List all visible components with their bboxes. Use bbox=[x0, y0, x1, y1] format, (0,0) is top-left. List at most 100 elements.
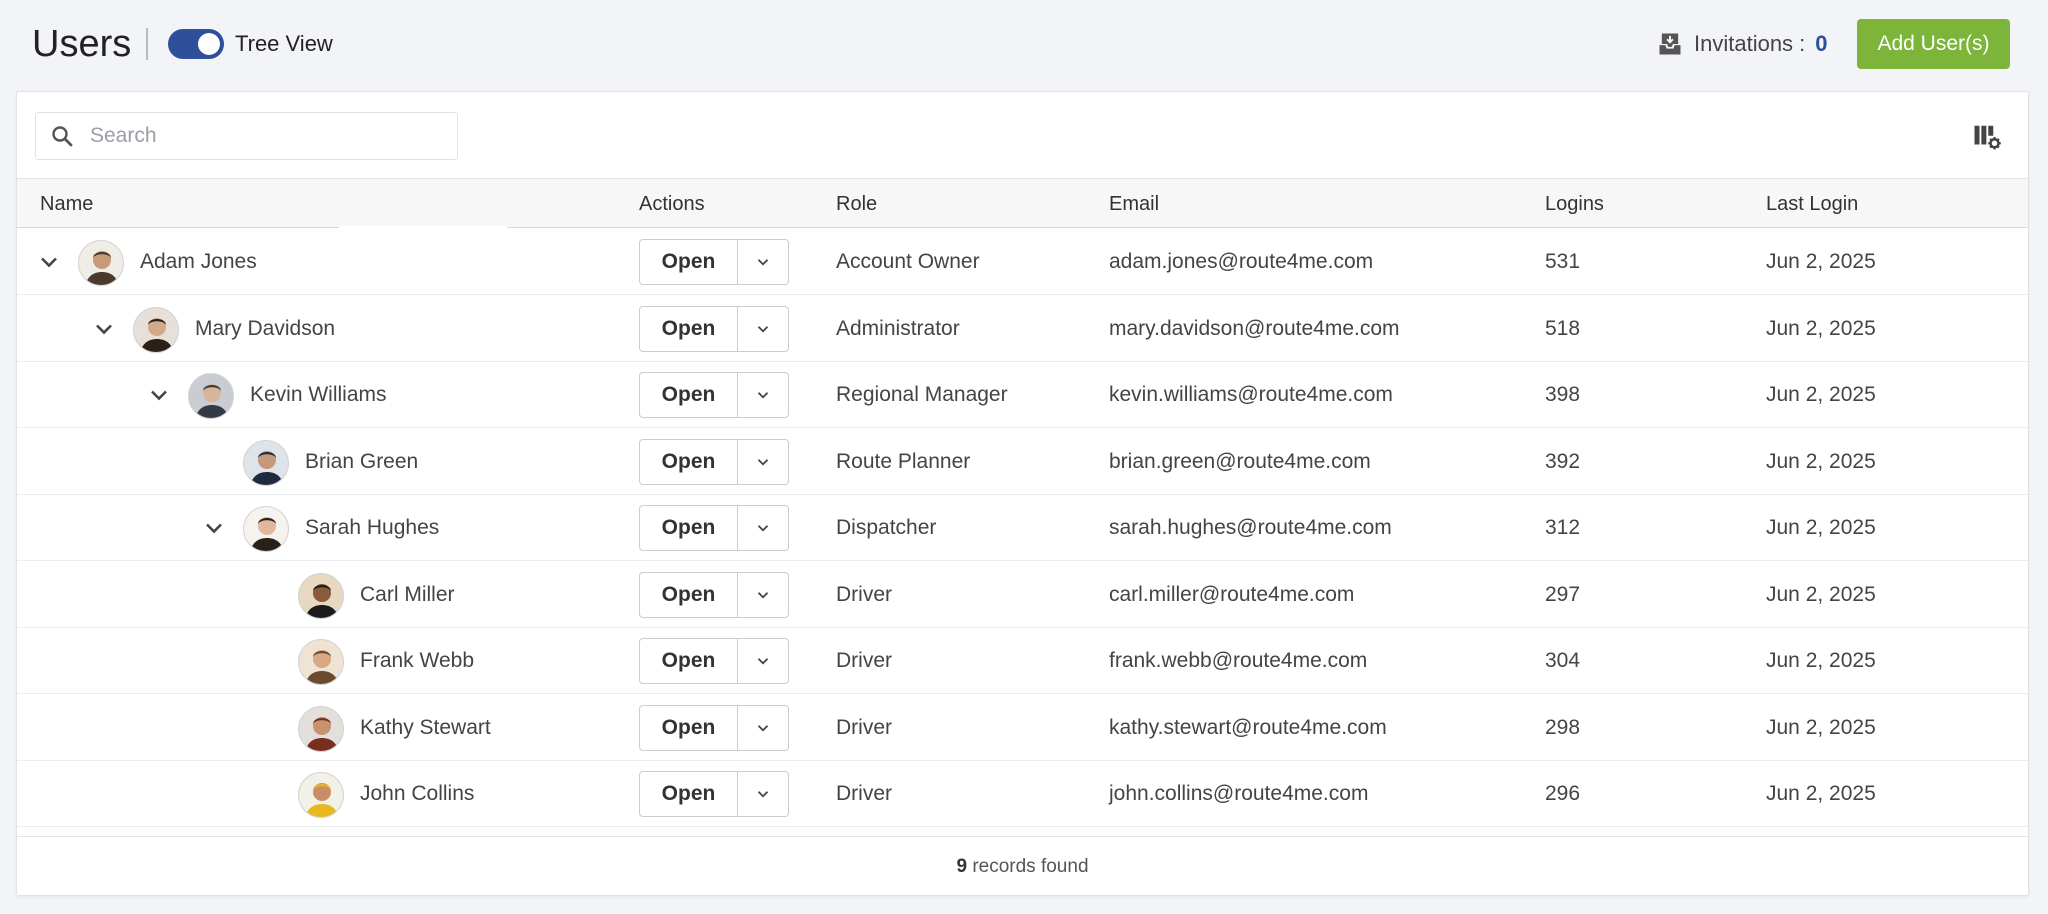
user-logins: 398 bbox=[1545, 383, 1581, 406]
actions-dropdown-button[interactable] bbox=[738, 438, 789, 485]
invitations-link[interactable]: Invitations : 0 bbox=[1656, 28, 1828, 60]
user-logins: 304 bbox=[1545, 649, 1581, 672]
open-button[interactable]: Open bbox=[639, 305, 738, 352]
user-email: sarah.hughes@route4me.com bbox=[1109, 516, 1392, 539]
expand-chevron-icon[interactable] bbox=[200, 514, 228, 542]
actions-button-group: Open bbox=[639, 438, 789, 485]
inbox-download-icon bbox=[1659, 33, 1681, 55]
user-last-login: Jun 2, 2025 bbox=[1766, 516, 1876, 539]
user-logins: 518 bbox=[1545, 316, 1581, 340]
table-row[interactable]: Kathy Stewart Open Driver kathy.stewart@r… bbox=[17, 695, 2028, 761]
records-count: 9 bbox=[956, 856, 968, 877]
user-last-login: Jun 2, 2025 bbox=[1766, 449, 1876, 473]
actions-button-group: Open bbox=[639, 505, 789, 551]
chevron-down-icon bbox=[757, 525, 769, 532]
chevron-down-icon bbox=[757, 791, 769, 798]
table-row[interactable]: Sarah Hughes Open Dispatcher sarah.hughes… bbox=[17, 495, 2028, 561]
open-button[interactable]: Open bbox=[639, 638, 738, 684]
user-last-login: Jun 2, 2025 bbox=[1766, 715, 1876, 739]
table-row[interactable]: Kevin Williams Open Regional Manager kevi… bbox=[17, 362, 2028, 428]
open-button[interactable]: Open bbox=[639, 372, 738, 418]
user-role: Route Planner bbox=[836, 449, 971, 473]
chevron-down-icon bbox=[757, 458, 769, 466]
user-email: brian.green@route4me.com bbox=[1109, 449, 1371, 473]
user-logins: 296 bbox=[1545, 782, 1581, 805]
user-name[interactable]: Frank Webb bbox=[360, 628, 474, 694]
top-bar: Users Tree View Invitations : 0 Add User… bbox=[0, 0, 2048, 90]
avatar bbox=[78, 240, 124, 286]
user-role: Dispatcher bbox=[836, 516, 937, 539]
table-row[interactable]: Adam Jones Open Account Owner adam.jones@… bbox=[17, 229, 2028, 295]
expand-chevron-icon[interactable] bbox=[90, 315, 118, 343]
user-last-login: Jun 2, 2025 bbox=[1766, 582, 1876, 606]
table-row[interactable]: Mary Davidson Open Administrator mary.dav… bbox=[17, 296, 2028, 362]
expand-chevron-icon[interactable] bbox=[145, 381, 173, 409]
actions-dropdown-button[interactable] bbox=[738, 704, 789, 751]
chevron-down-icon bbox=[757, 325, 769, 333]
table-row[interactable]: Carl Miller Open Driver carl.miller@route… bbox=[17, 562, 2028, 628]
expand-chevron-icon[interactable] bbox=[35, 248, 63, 276]
actions-dropdown-button[interactable] bbox=[738, 239, 789, 285]
user-name[interactable]: Kathy Stewart bbox=[360, 695, 491, 761]
open-button[interactable]: Open bbox=[639, 571, 738, 618]
user-name[interactable]: Adam Jones bbox=[140, 229, 257, 295]
user-name[interactable]: Brian Green bbox=[305, 429, 418, 495]
chevron-down-icon bbox=[757, 392, 769, 399]
tree-view-label: Tree View bbox=[235, 31, 333, 56]
actions-dropdown-button[interactable] bbox=[738, 305, 789, 352]
invitations-count: 0 bbox=[1815, 31, 1828, 56]
avatar bbox=[298, 772, 344, 818]
open-button[interactable]: Open bbox=[639, 239, 738, 285]
user-logins: 312 bbox=[1545, 516, 1581, 539]
open-button[interactable]: Open bbox=[639, 438, 738, 485]
user-email: john.collins@route4me.com bbox=[1109, 782, 1369, 805]
tree-view-toggle[interactable] bbox=[168, 29, 224, 59]
avatar bbox=[243, 439, 289, 486]
column-header-last-login[interactable]: Last Login bbox=[1766, 179, 1858, 229]
user-name[interactable]: Sarah Hughes bbox=[305, 495, 439, 561]
user-email: carl.miller@route4me.com bbox=[1109, 582, 1355, 606]
user-name[interactable]: John Collins bbox=[360, 761, 474, 827]
actions-dropdown-button[interactable] bbox=[738, 505, 789, 551]
user-role: Driver bbox=[836, 582, 892, 606]
actions-button-group: Open bbox=[639, 704, 789, 751]
avatar bbox=[188, 373, 234, 419]
actions-button-group: Open bbox=[639, 239, 789, 285]
user-role: Driver bbox=[836, 715, 892, 739]
actions-dropdown-button[interactable] bbox=[738, 771, 789, 817]
table-row[interactable]: Frank Webb Open Driver frank.webb@route4m… bbox=[17, 628, 2028, 694]
user-role: Administrator bbox=[836, 316, 960, 340]
actions-dropdown-button[interactable] bbox=[738, 571, 789, 618]
user-role: Driver bbox=[836, 649, 892, 672]
user-last-login: Jun 2, 2025 bbox=[1766, 649, 1876, 672]
column-header-email[interactable]: Email bbox=[1109, 179, 1159, 229]
user-email: adam.jones@route4me.com bbox=[1109, 250, 1374, 273]
user-name[interactable]: Mary Davidson bbox=[195, 296, 335, 362]
open-button[interactable]: Open bbox=[639, 505, 738, 551]
open-button[interactable]: Open bbox=[639, 704, 738, 751]
column-header-role[interactable]: Role bbox=[836, 179, 877, 229]
column-header-logins[interactable]: Logins bbox=[1545, 179, 1604, 229]
actions-dropdown-button[interactable] bbox=[738, 638, 789, 684]
user-email: frank.webb@route4me.com bbox=[1109, 649, 1368, 672]
actions-button-group: Open bbox=[639, 638, 789, 684]
table-row[interactable]: John Collins Open Driver john.collins@rou… bbox=[17, 761, 2028, 827]
user-name[interactable]: Kevin Williams bbox=[250, 362, 387, 428]
title-divider bbox=[146, 28, 148, 60]
add-users-button[interactable]: Add User(s) bbox=[1857, 19, 2010, 69]
actions-dropdown-button[interactable] bbox=[738, 372, 789, 418]
user-last-login: Jun 2, 2025 bbox=[1766, 782, 1876, 805]
actions-button-group: Open bbox=[639, 305, 789, 352]
column-settings-icon[interactable] bbox=[1972, 122, 2002, 152]
avatar bbox=[298, 572, 344, 619]
open-button[interactable]: Open bbox=[639, 771, 738, 817]
users-panel: Name Actions Role Email Logins Last Logi… bbox=[16, 91, 2029, 896]
user-role: Account Owner bbox=[836, 250, 980, 273]
user-name[interactable]: Carl Miller bbox=[360, 562, 455, 628]
search-input[interactable] bbox=[90, 124, 430, 148]
actions-button-group: Open bbox=[639, 372, 789, 418]
column-header-name[interactable]: Name bbox=[40, 179, 93, 229]
user-logins: 297 bbox=[1545, 582, 1581, 606]
invitations-label: Invitations : bbox=[1694, 31, 1806, 56]
table-row[interactable]: Brian Green Open Route Planner brian.gree… bbox=[17, 429, 2028, 495]
